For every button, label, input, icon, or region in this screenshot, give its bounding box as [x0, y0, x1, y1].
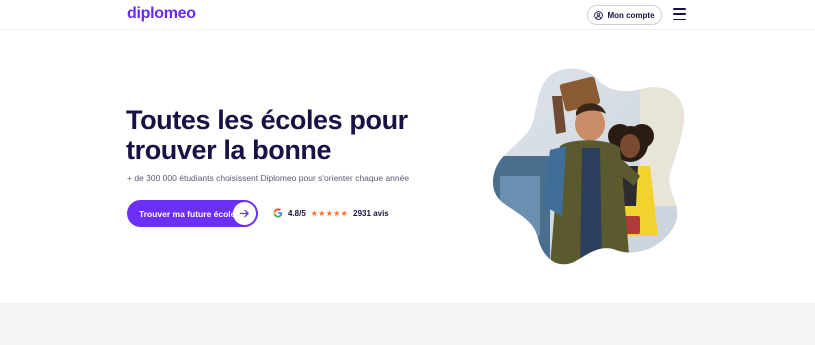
next-section-background: [0, 303, 815, 345]
rating-stars: ★★★★★: [310, 208, 349, 218]
account-button-label: Mon compte: [607, 10, 655, 20]
rating-score: 4.8/5: [288, 208, 306, 218]
google-icon: [273, 208, 283, 218]
hamburger-menu-icon[interactable]: [673, 8, 686, 20]
arrow-right-icon: [233, 202, 256, 225]
rating-count[interactable]: 2931 avis: [353, 209, 389, 218]
site-header: diplomeo Mon compte: [0, 0, 815, 30]
account-button[interactable]: Mon compte: [587, 5, 662, 25]
diplomeo-logo[interactable]: diplomeo: [127, 5, 196, 23]
hero-title: Toutes les écoles pour trouver la bonne: [126, 105, 408, 165]
user-circle-icon: [594, 10, 604, 20]
rating-summary: 4.8/5 ★★★★★ 2931 avis: [273, 208, 389, 218]
find-school-button-label: Trouver ma future école: [139, 208, 236, 219]
hero-subtitle: + de 300 000 étudiants choisissent Diplo…: [127, 173, 410, 183]
hero-students-photo: [492, 68, 685, 265]
find-school-button[interactable]: Trouver ma future école: [127, 200, 258, 227]
